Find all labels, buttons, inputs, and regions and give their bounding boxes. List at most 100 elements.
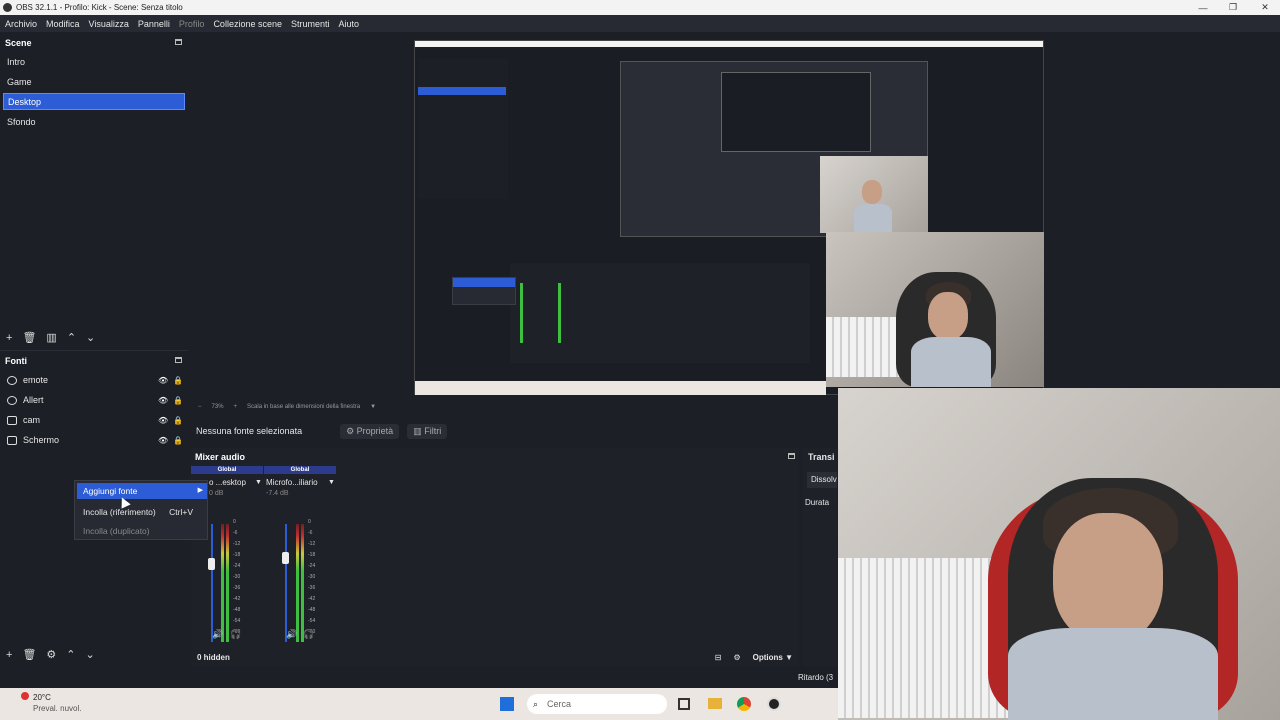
scenes-header: Scene xyxy=(5,38,32,48)
scene-item-intro[interactable]: Intro xyxy=(3,54,185,71)
speaker-icon[interactable]: 🔊 xyxy=(212,629,223,640)
nested-scenes xyxy=(418,59,508,199)
menu-archivio[interactable]: Archivio xyxy=(5,19,37,29)
scale-tick: -18 xyxy=(233,552,241,558)
lock-icon[interactable]: 🔒 xyxy=(173,436,183,445)
scale-tick: -48 xyxy=(308,607,316,613)
level-meter xyxy=(226,524,229,642)
headphones-icon[interactable]: 🎧 xyxy=(230,629,241,640)
maximize-button[interactable]: ❐ xyxy=(1218,0,1248,15)
scene-item-game[interactable]: Game xyxy=(3,74,185,91)
move-down-icon[interactable]: ⌄ xyxy=(86,331,95,344)
scale-tick: 0 xyxy=(308,519,311,525)
nested-webcam xyxy=(820,156,928,233)
lock-icon[interactable]: 🔒 xyxy=(173,376,183,385)
menu-collezione-scene[interactable]: Collezione scene xyxy=(213,19,282,29)
scene-item-desktop[interactable]: Desktop xyxy=(3,93,185,110)
channel-db: -7.4 dB xyxy=(266,490,289,497)
add-scene-icon[interactable]: + xyxy=(6,332,12,344)
window-title: OBS 32.1.1 - Profilo: Kick - Scene: Senz… xyxy=(16,3,183,12)
file-explorer-icon[interactable] xyxy=(708,698,722,709)
taskbar-search[interactable]: ⌕ Cerca xyxy=(527,694,667,714)
undock-icon[interactable] xyxy=(175,39,182,45)
layout-icon[interactable]: ⊟ xyxy=(715,653,722,662)
filters-button[interactable]: ▥ Filtri xyxy=(407,423,448,439)
properties-button[interactable]: ⚙ Proprietà xyxy=(340,423,400,439)
windows-start-icon[interactable] xyxy=(500,697,514,711)
nested-recursive-preview-2 xyxy=(721,72,871,152)
source-item-allert[interactable]: Allert 👁 🔒 xyxy=(7,392,183,408)
minimize-button[interactable]: — xyxy=(1188,0,1218,15)
webcam-image-large xyxy=(838,388,1280,720)
preview-zoom-bar: − 73% + Scala in base alle dimensioni de… xyxy=(193,400,833,414)
move-down-icon[interactable]: ⌄ xyxy=(86,648,95,661)
volume-fader[interactable] xyxy=(211,524,213,642)
options-button[interactable]: Options ▼ xyxy=(753,653,793,662)
scene-item-sfondo[interactable]: Sfondo xyxy=(3,114,185,131)
close-button[interactable]: ✕ xyxy=(1250,0,1280,15)
nested-context-menu xyxy=(452,277,516,305)
mixer-channel-mic: Global Microfo...iliario ▼ -7.4 dB 0 -6 -1… xyxy=(264,466,336,646)
scale-tick: -30 xyxy=(233,574,241,580)
source-item-emote[interactable]: emote 👁 🔒 xyxy=(7,372,183,388)
chevron-down-icon[interactable]: ▼ xyxy=(255,479,262,486)
fader-knob[interactable] xyxy=(208,558,215,570)
speaker-icon[interactable]: 🔊 xyxy=(286,629,297,640)
window-titlebar: OBS 32.1.1 - Profilo: Kick - Scene: Senz… xyxy=(0,0,1280,15)
chrome-icon[interactable] xyxy=(737,697,751,711)
headphones-icon[interactable]: 🎧 xyxy=(303,629,314,640)
source-label: cam xyxy=(23,415,41,425)
eye-icon[interactable]: 👁 xyxy=(158,436,168,445)
move-up-icon[interactable]: ⌃ xyxy=(67,331,76,344)
chevron-down-icon[interactable]: ▼ xyxy=(370,404,376,410)
menu-item-paste-reference[interactable]: Incolla (riferimento) Ctrl+V xyxy=(77,504,207,520)
zoom-level: 73% xyxy=(211,404,224,410)
volume-fader[interactable] xyxy=(285,524,287,642)
menu-aiuto[interactable]: Aiuto xyxy=(339,19,360,29)
add-source-icon[interactable]: + xyxy=(6,649,12,661)
eye-icon[interactable]: 👁 xyxy=(158,396,168,405)
menu-modifica[interactable]: Modifica xyxy=(46,19,80,29)
undock-icon[interactable] xyxy=(788,453,795,459)
menu-item-add-source[interactable]: Aggiungi fonte ▶ xyxy=(77,483,207,499)
camera-icon xyxy=(7,415,17,425)
zoom-out-icon[interactable]: − xyxy=(198,404,202,410)
zoom-in-icon[interactable]: + xyxy=(234,404,238,410)
channel-tag: Global xyxy=(264,466,336,474)
menu-visualizza[interactable]: Visualizza xyxy=(89,19,129,29)
menu-strumenti[interactable]: Strumenti xyxy=(291,19,330,29)
chevron-down-icon[interactable]: ▼ xyxy=(328,479,335,486)
lock-icon[interactable]: 🔒 xyxy=(173,416,183,425)
nested-selected-scene xyxy=(418,87,506,95)
scale-tick: -12 xyxy=(233,541,241,547)
remove-source-icon[interactable]: 🗑 xyxy=(22,648,36,661)
duration-label: Durata xyxy=(805,498,830,507)
scale-mode[interactable]: Scala in base alle dimensioni della fine… xyxy=(247,404,360,410)
eye-icon[interactable]: 👁 xyxy=(158,376,168,385)
undock-icon[interactable] xyxy=(175,357,182,363)
meter-scale: 0 -6 -12 -18 -24 -30 -36 -42 -48 -54 -60 xyxy=(308,518,315,639)
lock-icon[interactable]: 🔒 xyxy=(173,396,183,405)
level-meter xyxy=(301,524,304,642)
menu-profilo[interactable]: Profilo xyxy=(179,19,205,29)
remove-scene-icon[interactable]: 🗑 xyxy=(22,331,36,344)
source-item-schermo[interactable]: Schermo 👁 🔒 xyxy=(7,432,183,448)
menu-item-paste-duplicate[interactable]: Incolla (duplicato) xyxy=(77,523,207,539)
source-type-icon xyxy=(7,375,17,385)
channel-tag: Global xyxy=(191,466,263,474)
scale-tick: -6 xyxy=(308,530,313,536)
source-properties-icon[interactable]: ⚙ xyxy=(46,648,56,661)
transition-select[interactable]: Dissolv xyxy=(807,472,837,488)
scene-filters-icon[interactable]: ▥ xyxy=(46,331,56,344)
menu-pannelli[interactable]: Pannelli xyxy=(138,19,170,29)
fader-knob[interactable] xyxy=(282,552,289,564)
weather-icon[interactable] xyxy=(21,692,29,700)
source-item-cam[interactable]: cam 👁 🔒 xyxy=(7,412,183,428)
nested-meter xyxy=(558,283,561,343)
move-up-icon[interactable]: ⌃ xyxy=(66,648,75,661)
eye-icon[interactable]: 👁 xyxy=(158,416,168,425)
obs-taskbar-icon[interactable] xyxy=(767,697,781,711)
scenes-toolbar: + 🗑 ▥ ⌃ ⌄ xyxy=(6,331,95,345)
task-view-icon[interactable] xyxy=(678,698,690,710)
advanced-audio-icon[interactable]: ⚙ xyxy=(733,653,740,662)
